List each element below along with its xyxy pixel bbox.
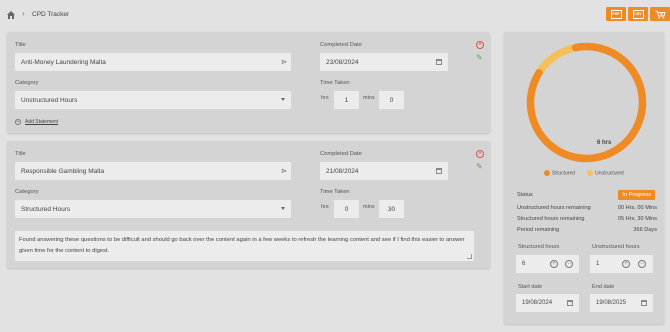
add-statement-link[interactable]: + Add Statement: [15, 119, 58, 125]
chevron-down-icon: [281, 207, 285, 210]
unstructured-hours-label: Unstructured hours: [592, 244, 640, 250]
add-icon: +: [15, 119, 21, 125]
legend-dot: [544, 170, 550, 176]
title-input[interactable]: Responsible Gambling Malta ⊳: [15, 162, 291, 180]
title-input[interactable]: Anti-Money Laundering Malta ⊳: [15, 53, 291, 71]
completed-date-label: Completed Date: [320, 42, 362, 48]
category-select[interactable]: Unstructured Hours: [15, 91, 291, 109]
legend-unstructured: Unstructured: [587, 170, 624, 176]
calendar-icon[interactable]: [641, 300, 647, 306]
completed-date-input[interactable]: 23/08/2024: [320, 53, 448, 71]
total-hours: 6 hrs: [597, 140, 612, 146]
category-label: Category: [15, 189, 39, 195]
completed-date-label: Completed Date: [320, 151, 362, 157]
title-label: Title: [15, 151, 26, 157]
completed-date-input[interactable]: 21/08/2024: [320, 162, 448, 180]
cart-remove-icon: [655, 10, 666, 19]
mins-label: mins: [363, 95, 375, 101]
structured-hours-label: Structured hours: [518, 244, 560, 250]
mins-input[interactable]: 0: [379, 91, 404, 109]
category-select[interactable]: Structured Hours: [15, 200, 291, 218]
attachment-icon[interactable]: ✎: [476, 163, 485, 172]
attachment-icon[interactable]: ✎: [476, 54, 485, 63]
hours-donut-chart: [526, 42, 647, 163]
time-taken-label: Time Taken: [320, 189, 350, 195]
summary-row: Unstructured hours remaining 00 Hrs, 00 …: [517, 205, 657, 211]
increase-icon[interactable]: +: [550, 260, 558, 268]
cpd-entry-card: Title Responsible Gambling Malta ⊳ Compl…: [7, 141, 490, 268]
export-buttons: PDF CSV: [606, 7, 670, 21]
hrs-label: hrs: [321, 204, 329, 210]
end-date-label: End date: [592, 284, 615, 290]
delete-entry-icon[interactable]: ×: [476, 41, 484, 49]
category-label: Category: [15, 80, 39, 86]
calendar-icon[interactable]: [567, 300, 573, 306]
hrs-label: hrs: [321, 95, 329, 101]
mins-input[interactable]: 30: [379, 200, 404, 218]
calendar-icon[interactable]: [436, 168, 442, 174]
hrs-input[interactable]: 1: [334, 91, 359, 109]
start-date-input[interactable]: 19/08/2024: [516, 294, 579, 312]
decrease-icon[interactable]: −: [565, 260, 573, 268]
top-bar: › CPD Tracker PDF CSV: [0, 0, 670, 30]
summary-panel: 6 hrs Structured Unstructured Status In …: [504, 32, 664, 324]
dictation-icon[interactable]: ⊳: [281, 58, 287, 66]
title-label: Title: [15, 42, 26, 48]
statement-textarea[interactable]: Found answering these questions to be di…: [15, 231, 474, 261]
delete-entry-icon[interactable]: ×: [476, 150, 484, 158]
breadcrumb-current: CPD Tracker: [32, 11, 70, 18]
mins-label: mins: [363, 204, 375, 210]
export-csv-button[interactable]: CSV: [628, 7, 648, 21]
resize-handle[interactable]: [467, 254, 472, 259]
calendar-icon[interactable]: [436, 59, 442, 65]
decrease-icon[interactable]: −: [638, 260, 646, 268]
start-date-label: Start date: [518, 284, 543, 290]
increase-icon[interactable]: +: [622, 260, 630, 268]
legend-structured: Structured: [544, 170, 575, 176]
summary-row: Structured hours remaining 05 Hrs, 30 Mi…: [517, 216, 657, 222]
status-badge: In Progress: [618, 190, 655, 200]
clear-cart-button[interactable]: [650, 7, 670, 21]
chevron-right-icon: ›: [22, 9, 25, 18]
home-icon[interactable]: [6, 10, 16, 20]
donut-slice-unstructured: [534, 44, 578, 79]
legend-dot: [587, 170, 594, 176]
export-pdf-button[interactable]: PDF: [606, 7, 626, 21]
hrs-input[interactable]: 0: [334, 200, 359, 218]
csv-icon: CSV: [632, 9, 644, 19]
dictation-icon[interactable]: ⊳: [281, 167, 287, 175]
summary-row: Period remaining 366 Days: [517, 227, 657, 233]
time-taken-label: Time Taken: [320, 80, 350, 86]
pdf-icon: PDF: [610, 9, 622, 19]
chevron-down-icon: [281, 98, 285, 101]
cpd-entry-card: Title Anti-Money Laundering Malta ⊳ Comp…: [7, 32, 490, 133]
end-date-input[interactable]: 19/08/2025: [590, 294, 653, 312]
chart-legend: Structured Unstructured: [544, 170, 624, 176]
